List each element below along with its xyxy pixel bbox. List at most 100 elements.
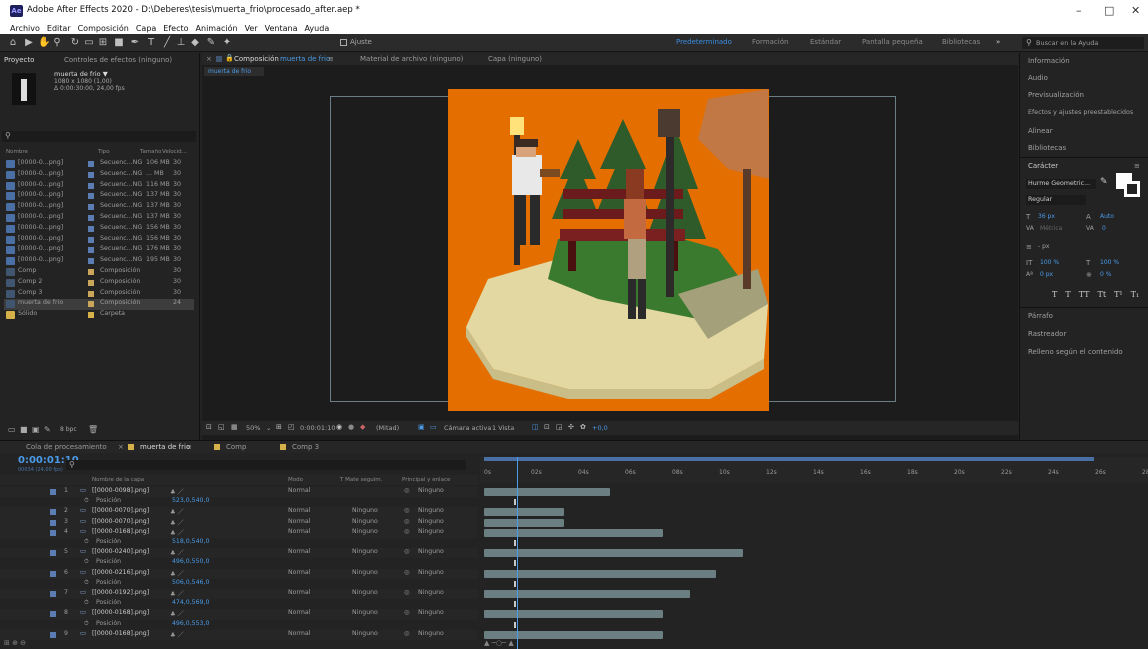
label-color[interactable] xyxy=(88,312,94,319)
comp-name[interactable]: muerta de frio ▼ xyxy=(54,70,108,78)
layer-duration-bar[interactable] xyxy=(484,590,690,598)
parent-select[interactable]: Ninguno xyxy=(418,630,444,637)
shape-tool-icon[interactable]: ■ xyxy=(114,37,124,48)
parent-select[interactable]: Ninguno xyxy=(418,569,444,576)
layer-duration-bar[interactable] xyxy=(484,630,664,639)
panel-parrafo[interactable]: Párrafo xyxy=(1028,312,1053,320)
maximize-icon[interactable]: □ xyxy=(1104,4,1114,17)
chevron-down-icon[interactable]: ⌄ xyxy=(266,424,271,432)
parent-select[interactable]: Ninguno xyxy=(418,548,444,555)
layer-duration-bar[interactable] xyxy=(484,528,664,537)
camera-tool-icon[interactable]: ▭ xyxy=(84,37,94,48)
layer-row[interactable]: 8 ▭ [[0000-0168].png] ♣ ／ Normal Ninguno… xyxy=(0,609,478,620)
snapshot-icon[interactable]: ◉ xyxy=(336,423,342,431)
roi-icon[interactable]: ▭ xyxy=(430,423,437,431)
project-item[interactable]: [0000-0...png] Secuenc...NG 176 MB 30 xyxy=(4,245,194,256)
eraser-tool-icon[interactable]: ◆ xyxy=(190,37,200,48)
stroke-width-value[interactable]: - px xyxy=(1038,243,1049,250)
project-item[interactable]: [0000-0...png] Secuenc...NG 195 MB 30 xyxy=(4,256,194,267)
text-style-button[interactable]: Tt xyxy=(1098,290,1107,299)
composition-render[interactable] xyxy=(448,89,769,411)
menu-item-4[interactable]: Efecto xyxy=(163,24,188,33)
mode-select[interactable]: Normal xyxy=(288,528,310,535)
label-color[interactable] xyxy=(88,279,94,286)
property-value[interactable]: 506,0,546,0 xyxy=(172,579,209,586)
panel-caracter[interactable]: Carácter xyxy=(1028,162,1058,170)
shy-switch-icon[interactable]: ♣ ／ xyxy=(170,528,184,537)
shy-switch-icon[interactable]: ♣ ／ xyxy=(170,487,184,496)
brush-tool-icon[interactable]: ╱ xyxy=(162,37,172,48)
project-item[interactable]: Comp 2 Composición 30 xyxy=(4,278,194,289)
track-matte-select[interactable]: Ninguno xyxy=(352,569,378,576)
zoom-select[interactable]: 50% xyxy=(246,424,260,432)
layer-name[interactable]: [[0000-0192].png] xyxy=(92,589,149,596)
work-area-bar[interactable] xyxy=(484,457,1094,461)
project-item[interactable]: [0000-0...png] Secuenc...NG 137 MB 30 xyxy=(4,202,194,213)
home-icon[interactable]: ⌂ xyxy=(8,37,18,48)
selection-tool-icon[interactable]: ▶ xyxy=(24,37,34,48)
label-color[interactable] xyxy=(50,489,56,495)
timeline-search-input[interactable]: ⚲ xyxy=(66,460,466,470)
label-color[interactable] xyxy=(50,509,56,516)
workspace-predeterminado[interactable]: Predeterminado xyxy=(676,38,732,46)
panel-relleno[interactable]: Relleno según el contenido xyxy=(1028,348,1123,356)
project-settings-icon[interactable]: ✎ xyxy=(44,425,51,434)
panel-informacion[interactable]: Información xyxy=(1028,57,1070,65)
label-color[interactable] xyxy=(50,519,56,526)
col-mode[interactable]: Modo xyxy=(288,477,303,483)
label-color[interactable] xyxy=(88,247,94,254)
menu-item-2[interactable]: Composición xyxy=(78,24,129,33)
shy-switch-icon[interactable]: ♣ ／ xyxy=(170,507,184,516)
parent-pickwhip-icon[interactable]: ◎ xyxy=(404,518,409,525)
parent-pickwhip-icon[interactable]: ◎ xyxy=(404,609,409,616)
pen-tool-icon[interactable]: ✒ xyxy=(130,37,140,48)
project-item[interactable]: [0000-0...png] Secuenc...NG 156 MB 30 xyxy=(4,224,194,235)
label-color[interactable] xyxy=(88,225,94,232)
parent-select[interactable]: Ninguno xyxy=(418,528,444,535)
label-color[interactable] xyxy=(88,236,94,243)
tsume-value[interactable]: 0 % xyxy=(1100,271,1111,278)
col-tipo[interactable]: Tipo xyxy=(98,149,110,155)
vertical-scale-value[interactable]: 100 % xyxy=(1040,259,1059,266)
interpret-footage-icon[interactable]: ▭ xyxy=(8,425,16,434)
label-color[interactable] xyxy=(88,193,94,200)
layer-row[interactable]: 1 ▭ [[0000-0098].png] ♣ ／ Normal ◎ Ningu… xyxy=(0,487,478,498)
label-color[interactable] xyxy=(88,301,94,308)
parent-pickwhip-icon[interactable]: ◎ xyxy=(404,569,409,576)
menu-item-8[interactable]: Ayuda xyxy=(305,24,330,33)
rotate-tool-icon[interactable]: ↻ xyxy=(70,37,80,48)
text-style-button[interactable]: T₁ xyxy=(1131,290,1140,299)
label-color[interactable] xyxy=(88,161,94,167)
layer-row[interactable]: 2 ▭ [[0000-0070].png] ♣ ／ Normal Ninguno… xyxy=(0,507,478,518)
layer-row[interactable]: 3 ▭ [[0000-0070].png] ♣ ／ Normal Ninguno… xyxy=(0,517,478,528)
eyedropper-icon[interactable]: ✎ xyxy=(1100,177,1108,187)
property-value[interactable]: 523,0,540,0 xyxy=(172,497,209,504)
font-family-select[interactable]: Hurme Geometric... xyxy=(1026,179,1096,189)
stopwatch-icon[interactable]: ⏱ xyxy=(84,558,89,566)
trash-icon[interactable]: 🗑 xyxy=(88,425,98,434)
label-color[interactable] xyxy=(88,269,94,275)
baseline-value[interactable]: 0 px xyxy=(1040,271,1053,278)
mode-select[interactable]: Normal xyxy=(288,487,310,494)
keyframe-marker[interactable] xyxy=(514,621,516,628)
color-channel-icon[interactable]: ◆ xyxy=(360,423,365,431)
layer-duration-bar[interactable] xyxy=(484,569,717,578)
menu-item-3[interactable]: Capa xyxy=(136,24,156,33)
parent-pickwhip-icon[interactable]: ◎ xyxy=(404,507,409,514)
property-row[interactable]: ⏱ Posición 506,0,546,0 xyxy=(0,579,478,589)
layer-name[interactable]: [[0000-0168].png] xyxy=(92,630,149,637)
tab-material[interactable]: Material de archivo (ninguno) xyxy=(360,55,463,63)
new-comp-icon[interactable]: ▣ xyxy=(32,425,40,434)
col-parent[interactable]: Principal y enlace xyxy=(402,477,450,483)
zoom-slider-icon[interactable]: ▲ ─○─ ▲ xyxy=(484,639,514,647)
layer-name[interactable]: [[0000-0070].png] xyxy=(92,507,149,514)
timeline-footer-icons[interactable]: ⊞ ⊕ ⊖ xyxy=(4,639,26,647)
property-value[interactable]: 518,0,540,0 xyxy=(172,538,209,545)
project-search-input[interactable]: ⚲ xyxy=(2,131,196,142)
type-tool-icon[interactable]: T xyxy=(146,37,156,48)
tab-controles-efectos[interactable]: Controles de efectos (ninguno) xyxy=(64,56,172,64)
project-item[interactable]: muerta de frio Composición 24 xyxy=(4,299,194,311)
camera-select[interactable]: Cámara activa xyxy=(444,424,491,432)
layer-name[interactable]: [[0000-0098].png] xyxy=(92,487,149,494)
mode-select[interactable]: Normal xyxy=(288,589,310,596)
